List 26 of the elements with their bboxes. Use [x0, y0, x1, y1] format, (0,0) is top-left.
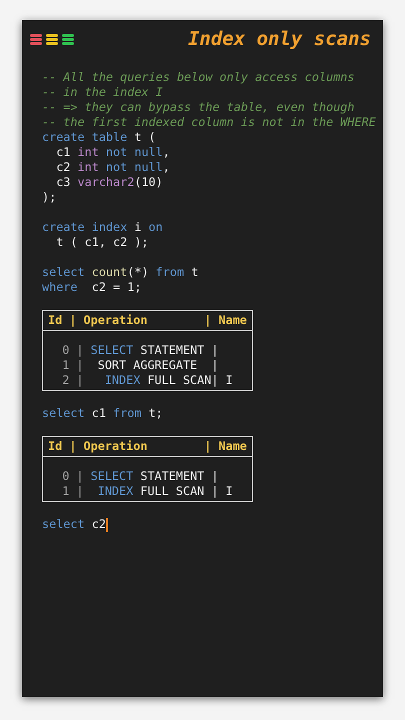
table-row-text: 0 | SELECT STATEMENT |	[61, 343, 220, 358]
table-header: Id | Operation | Name	[43, 437, 252, 457]
code-line: -- in the index I	[42, 85, 164, 100]
code-line: where c2 = 1;	[42, 280, 142, 295]
code-line: -- All the queries below only access columns	[42, 70, 356, 85]
code-line: select c1 from t;	[42, 406, 164, 421]
code-line: c2 int not null,	[55, 160, 171, 175]
code-line: c3 varchar2(10)	[55, 175, 164, 190]
stack-icon[interactable]	[46, 34, 58, 44]
code-line: select count(*) from t	[42, 265, 200, 280]
code-line: -- => they can bypass the table, even though	[42, 100, 356, 115]
table-row-text: 2 | INDEX FULL SCAN| I	[61, 373, 234, 388]
code-line: select c2	[42, 517, 109, 532]
stack-icon[interactable]	[62, 34, 74, 44]
stack-icon[interactable]	[30, 34, 42, 44]
code-line: create table t (	[42, 130, 157, 145]
code-line: t ( c1, c2 );	[55, 235, 150, 250]
code-line: c1 int not null,	[55, 145, 171, 160]
table-row-text: 0 | SELECT STATEMENT |	[61, 469, 220, 484]
table-row-text: 1 | INDEX FULL SCAN | I	[61, 484, 234, 499]
table-header: Id | Operation | Name	[43, 311, 252, 331]
code-line: );	[42, 190, 58, 205]
code-line: create index i on	[42, 220, 164, 235]
table-row-text: 1 | SORT AGGREGATE |	[61, 358, 220, 373]
window-title: Index only scans	[188, 28, 371, 50]
code-line: -- the first indexed column is not in the WHERE	[42, 115, 377, 130]
